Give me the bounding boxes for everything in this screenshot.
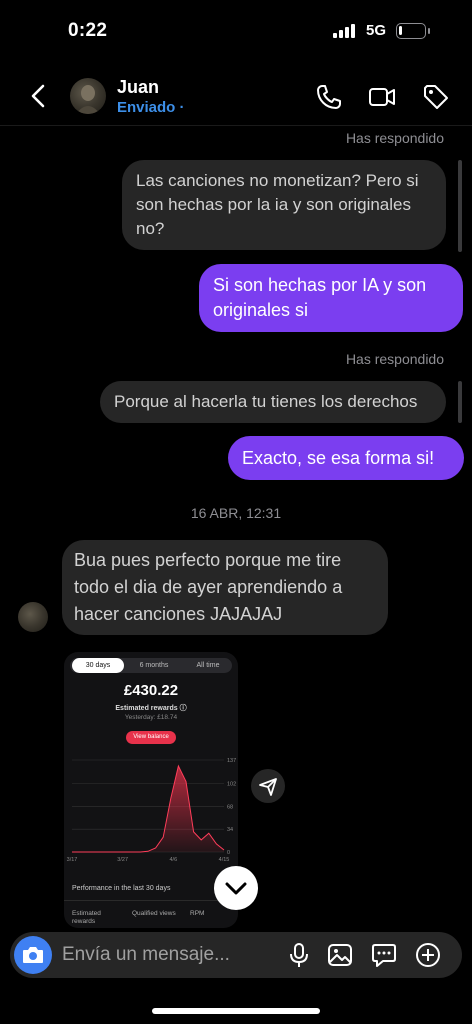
tab-all-time: All time: [196, 662, 220, 669]
microphone-icon[interactable]: [286, 942, 312, 968]
battery-icon: [396, 23, 426, 39]
y-tick-label: 0: [227, 850, 230, 856]
scrollbar-indicator: [458, 381, 462, 423]
chevron-down-icon: [225, 882, 247, 895]
x-tick-label: 4/6: [170, 857, 178, 863]
x-tick-label: 3/27: [117, 857, 128, 863]
camera-button[interactable]: [14, 936, 52, 974]
tag-icon[interactable]: [421, 82, 451, 112]
rewards-chart: 137 102 68 34 0 3/17 3/27 4/6 4/15: [67, 758, 237, 863]
signal-icon: [333, 24, 355, 38]
y-tick-label: 68: [227, 804, 233, 810]
add-icon[interactable]: [415, 942, 441, 968]
status-bar: 0:22 5G: [0, 0, 472, 62]
series-line: [72, 764, 225, 853]
message-input[interactable]: Envía un mensaje...: [62, 944, 230, 966]
contact-avatar[interactable]: [70, 78, 106, 114]
info-icon: ⓘ: [179, 705, 187, 712]
chat-header: Juan Enviado ·: [0, 66, 472, 126]
reply-note: Has respondido: [345, 351, 444, 367]
share-button[interactable]: [251, 769, 285, 803]
scrollbar-indicator: [458, 160, 462, 252]
sticker-icon[interactable]: [371, 942, 397, 968]
message-sent[interactable]: Si son hechas por IA y son originales si: [199, 264, 463, 332]
contact-status: Enviado ·: [117, 99, 185, 116]
y-tick-label: 137: [227, 758, 236, 764]
battery-level: [399, 26, 402, 35]
tab-6-months: 6 months: [139, 662, 169, 669]
y-tick-label: 102: [227, 782, 236, 788]
message-received[interactable]: Porque al hacerla tu tienes los derechos: [100, 381, 446, 423]
x-tick-label: 3/17: [67, 857, 78, 863]
gallery-icon[interactable]: [327, 942, 353, 968]
sender-avatar[interactable]: [18, 602, 48, 632]
message-received[interactable]: Bua pues perfecto porque me tire todo el…: [62, 540, 388, 635]
battery-cap: [428, 28, 430, 34]
home-indicator: [152, 1008, 320, 1014]
estimated-rewards-label: Estimated rewards ⓘ: [115, 705, 187, 712]
column-rpm: RPM: [190, 910, 205, 917]
y-tick-label: 34: [227, 827, 233, 833]
period-tabs: 30 days 6 months All time: [70, 658, 232, 673]
x-tick-label: 4/15: [219, 857, 230, 863]
network-label: 5G: [366, 22, 387, 39]
series-area: [72, 766, 224, 852]
status-time: 0:22: [68, 20, 108, 41]
date-separator: 16 ABR, 12:31: [190, 505, 282, 521]
contact-name[interactable]: Juan: [117, 77, 159, 98]
view-balance-button: View balance: [126, 731, 176, 744]
divider: [64, 900, 238, 901]
column-qualified-views: Qualified views: [132, 910, 176, 917]
message-received[interactable]: Las canciones no monetizan? Pero si son …: [122, 160, 446, 250]
phone-icon[interactable]: [314, 82, 344, 112]
reply-note: Has respondido: [345, 130, 444, 146]
camera-icon: [23, 947, 43, 963]
reward-amount: £430.22: [123, 682, 179, 699]
back-icon[interactable]: [26, 82, 52, 110]
send-icon: [259, 778, 277, 796]
column-estimated-rewards: Estimated rewards: [72, 910, 101, 925]
yesterday-label: Yesterday: £18.74: [124, 714, 178, 721]
scroll-to-bottom-button[interactable]: [214, 866, 258, 910]
performance-label: Performance in the last 30 days: [72, 885, 171, 892]
video-icon[interactable]: [367, 82, 397, 112]
message-composer: Envía un mensaje...: [10, 932, 462, 978]
shared-image-message[interactable]: 30 days 6 months All time £430.22 Estima…: [64, 652, 238, 928]
message-sent[interactable]: Exacto, se esa forma si!: [228, 436, 464, 480]
tab-30-days: 30 days: [72, 658, 124, 673]
